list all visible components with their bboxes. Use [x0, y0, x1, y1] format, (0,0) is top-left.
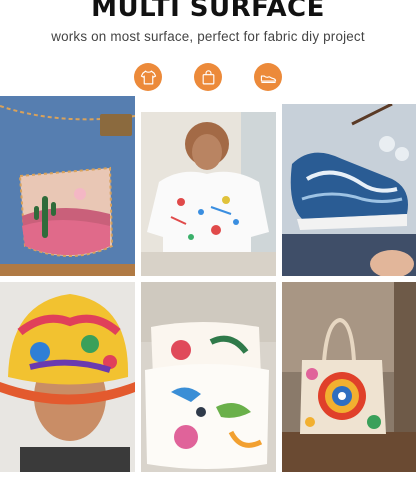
surface-icons-row	[0, 63, 416, 91]
page-title: MULTI SURFACE	[91, 0, 325, 23]
photo-painted-pillows	[141, 282, 276, 472]
tshirt-icon	[134, 63, 162, 91]
photo-tote-bag	[282, 282, 416, 472]
photo-painted-tshirt	[141, 112, 276, 276]
photo-denim-pocket	[0, 96, 135, 276]
shoe-icon	[254, 63, 282, 91]
page-subtitle: works on most surface, perfect for fabri…	[51, 29, 365, 44]
photo-painted-sneaker	[282, 104, 416, 276]
photo-bucket-hat	[0, 282, 135, 472]
bag-icon	[194, 63, 222, 91]
